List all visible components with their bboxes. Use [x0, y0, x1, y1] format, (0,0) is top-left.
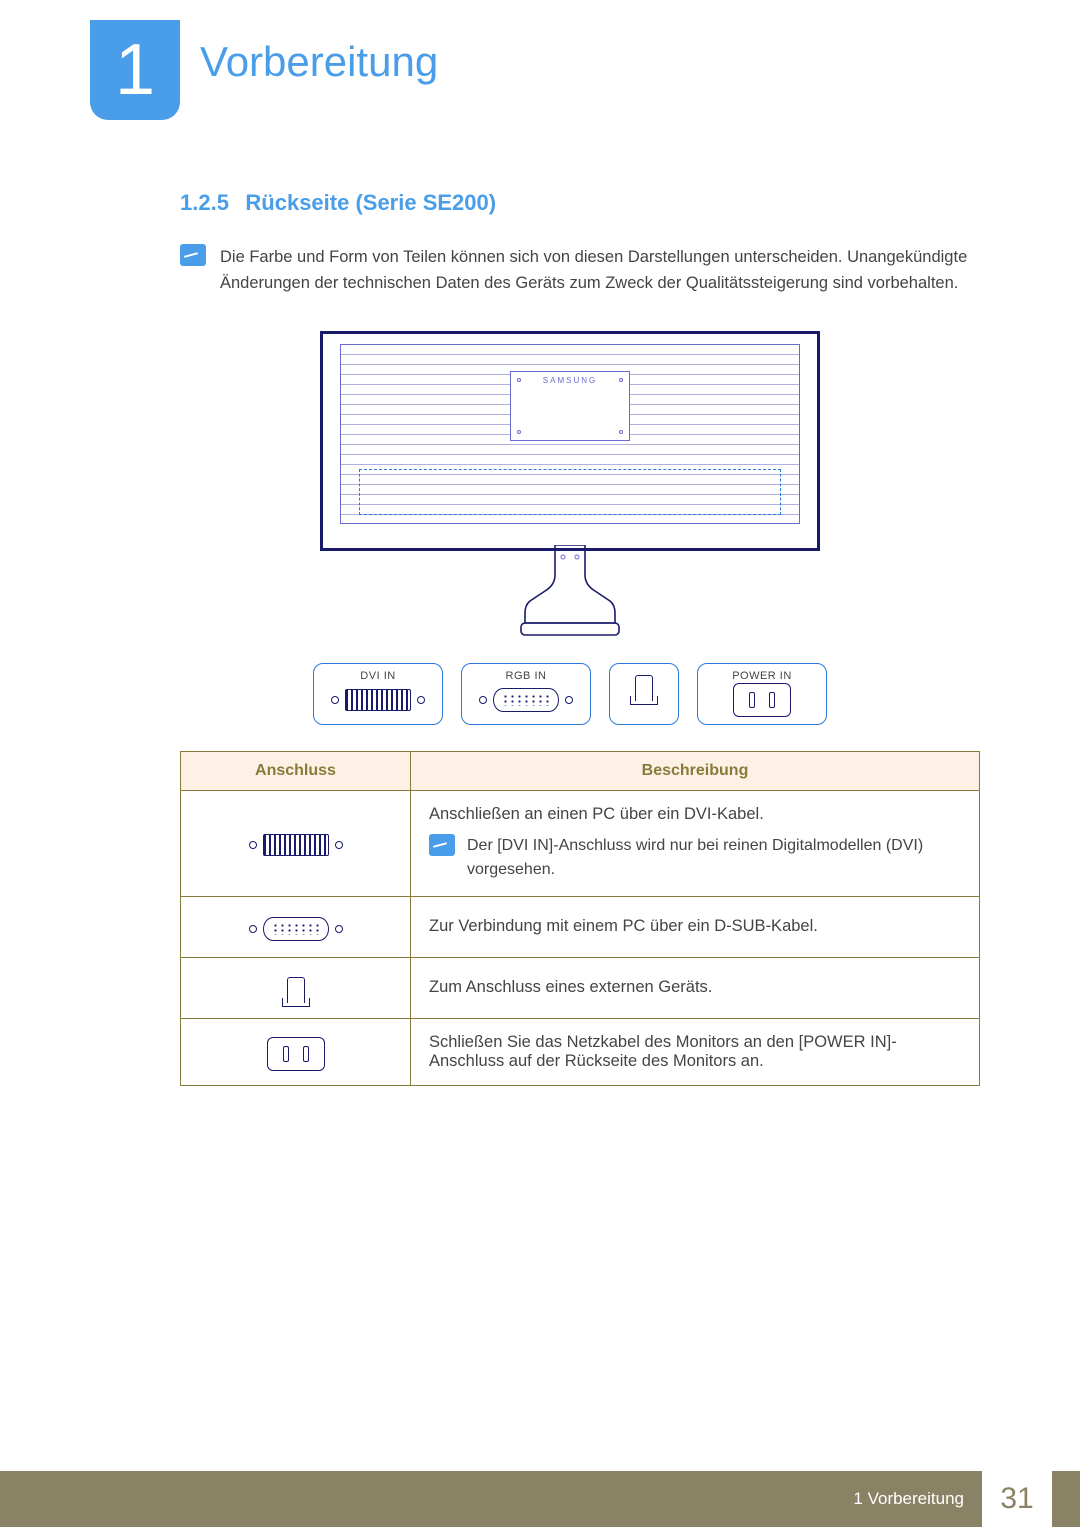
vesa-plate: SAMSUNG: [510, 371, 630, 441]
section-title: Rückseite (Serie SE200): [245, 190, 496, 215]
table-row: Zum Anschluss eines externen Geräts.: [181, 957, 980, 1018]
chapter-title: Vorbereitung: [200, 38, 438, 86]
vga-connector-icon: [493, 688, 559, 712]
chapter-number-badge: 1: [90, 20, 180, 120]
intro-note-text: Die Farbe und Form von Teilen können sic…: [220, 244, 980, 297]
power-connector-icon: [267, 1037, 325, 1071]
port-label: DVI IN: [326, 670, 430, 682]
row-description: Anschließen an einen PC über ein DVI-Kab…: [429, 805, 961, 824]
power-in-port-callout: POWER IN: [697, 663, 827, 725]
kensington-lock-callout: [609, 663, 679, 725]
power-connector-icon: [733, 683, 791, 717]
lock-slot-icon: [287, 977, 305, 1003]
lock-slot-icon: [635, 675, 653, 701]
note-icon: [180, 244, 206, 266]
page-footer: 1 Vorbereitung 31: [0, 1471, 1080, 1527]
row-subnote: Der [DVI IN]-Anschluss wird nur bei rein…: [429, 834, 961, 882]
table-header-beschreibung: Beschreibung: [411, 751, 980, 790]
dvi-connector-icon: [263, 834, 329, 856]
port-callouts: DVI IN RGB IN POWER IN: [260, 663, 880, 725]
rear-diagram: SAMSUNG DVI IN RGB IN: [260, 331, 880, 725]
intro-note: Die Farbe und Form von Teilen können sic…: [180, 244, 980, 297]
section-number: 1.2.5: [180, 190, 229, 215]
page-header: 1 Vorbereitung: [0, 0, 1080, 120]
row-subnote-text: Der [DVI IN]-Anschluss wird nur bei rein…: [467, 834, 961, 882]
port-zone-highlight: [359, 469, 781, 515]
rgb-in-port-callout: RGB IN: [461, 663, 591, 725]
row-description: Zur Verbindung mit einem PC über ein D-S…: [411, 896, 980, 957]
port-description-table: Anschluss Beschreibung Anschließen an ei…: [180, 751, 980, 1086]
port-label: RGB IN: [474, 670, 578, 682]
monitor-stand: [515, 545, 625, 645]
monitor-outline: SAMSUNG: [320, 331, 820, 551]
section-heading: 1.2.5 Rückseite (Serie SE200): [180, 190, 980, 216]
dvi-in-port-callout: DVI IN: [313, 663, 443, 725]
brand-label: SAMSUNG: [543, 376, 597, 385]
row-description: Zum Anschluss eines externen Geräts.: [411, 957, 980, 1018]
footer-breadcrumb: 1 Vorbereitung: [853, 1471, 982, 1527]
table-row: Schließen Sie das Netzkabel des Monitors…: [181, 1018, 980, 1085]
vga-connector-icon: [263, 917, 329, 941]
row-description: Schließen Sie das Netzkabel des Monitors…: [411, 1018, 980, 1085]
port-label: POWER IN: [710, 670, 814, 682]
note-icon: [429, 834, 455, 856]
footer-page-number: 31: [982, 1471, 1052, 1527]
page-content: 1.2.5 Rückseite (Serie SE200) Die Farbe …: [0, 120, 1080, 1086]
table-header-anschluss: Anschluss: [181, 751, 411, 790]
table-row: Zur Verbindung mit einem PC über ein D-S…: [181, 896, 980, 957]
table-row: Anschließen an einen PC über ein DVI-Kab…: [181, 790, 980, 896]
monitor-back-panel: SAMSUNG: [340, 344, 800, 524]
dvi-connector-icon: [345, 689, 411, 711]
